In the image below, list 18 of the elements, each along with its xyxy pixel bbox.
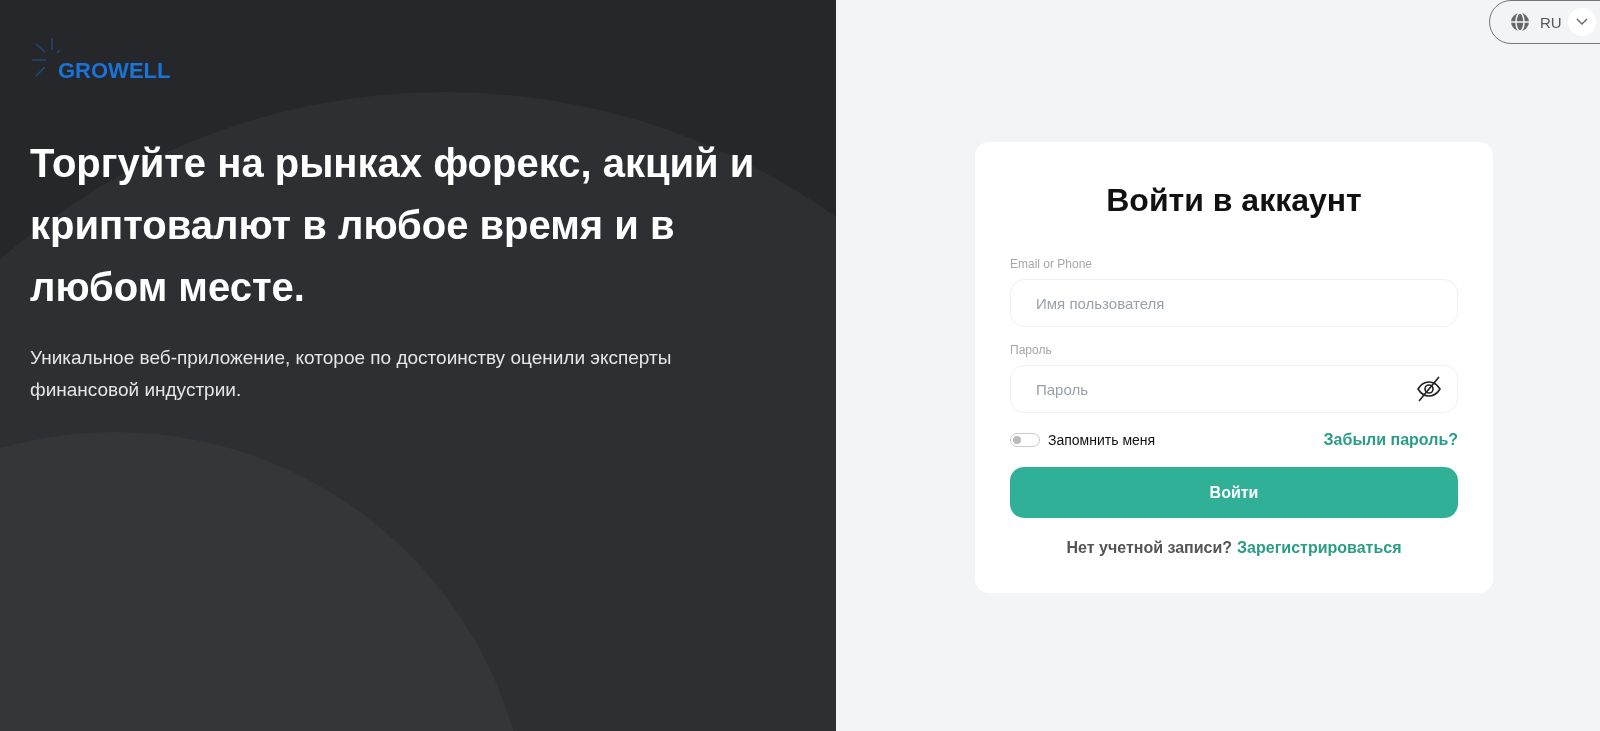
language-selector[interactable]: RU — [1489, 0, 1600, 44]
password-field[interactable]: Пароль — [1010, 365, 1458, 413]
field-label: Email or Phone — [1010, 257, 1094, 271]
forgot-password-link[interactable]: Забыли пароль? — [1323, 431, 1458, 449]
field-label: Пароль — [1010, 343, 1053, 357]
username-field[interactable]: Имя пользователя — [1010, 279, 1458, 327]
remember-label: Запомнить меня — [1048, 432, 1156, 448]
login-title: Войти в аккаунт — [1105, 182, 1363, 219]
signup-prompt: Нет учетной записи? — [1066, 539, 1233, 557]
login-button[interactable]: Войти — [1010, 467, 1458, 518]
hero-subtitle: Уникальное веб-приложение, которое по достоинству оценили эксперты финансовой индустрии. — [30, 346, 673, 402]
signup-link[interactable]: Зарегистрироваться — [1237, 539, 1402, 557]
chevron-down-icon — [1575, 18, 1588, 26]
logo-text: GROWELL — [58, 60, 171, 82]
hero-title: Торгуйте на рынках форекс, акций и криптовалют в любое время и в любом месте. — [30, 140, 756, 311]
eye-off-icon[interactable] — [1416, 376, 1442, 402]
language-label: RU — [1540, 13, 1562, 31]
globe-icon — [1510, 12, 1530, 32]
